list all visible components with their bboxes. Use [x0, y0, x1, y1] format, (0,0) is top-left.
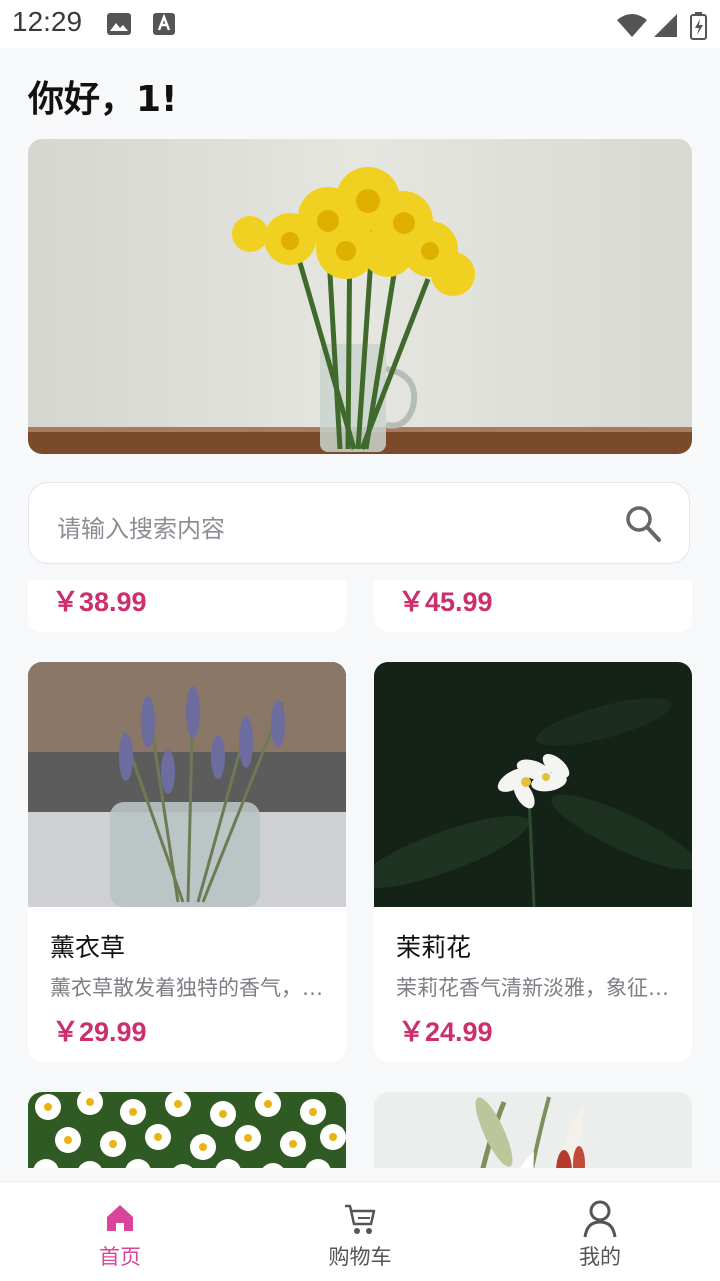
search-input[interactable]: 请输入搜索内容 — [57, 509, 225, 544]
daisy-image — [28, 1092, 346, 1168]
lily-image — [374, 1092, 692, 1168]
product-price: ￥24.99 — [398, 1017, 493, 1047]
tab-cart[interactable]: 购物车 — [240, 1182, 480, 1281]
product-price: ￥29.99 — [52, 1017, 147, 1047]
wifi-icon — [617, 14, 647, 37]
user-icon — [583, 1200, 617, 1238]
product-card-lavender[interactable]: 薰衣草 薰衣草散发着独特的香气，… ￥29.99 — [28, 662, 346, 1062]
greeting-title: 你好，1! — [28, 79, 178, 120]
status-time: 12:29 — [12, 6, 83, 37]
product-description: 薰衣草散发着独特的香气，… — [50, 976, 323, 1000]
battery-charging-icon — [690, 12, 707, 40]
signal-icon — [654, 14, 677, 37]
tab-cart-label: 购物车 — [328, 1245, 392, 1269]
bottom-tab-bar: 首页 购物车 我的 — [0, 1181, 720, 1281]
product-price: ￥38.99 — [52, 587, 147, 617]
product-card[interactable]: ￥38.99 — [28, 580, 346, 632]
product-name: 茉莉花 — [396, 933, 472, 962]
jasmine-image — [374, 662, 692, 907]
product-card-lily[interactable] — [374, 1092, 692, 1168]
product-name: 薰衣草 — [50, 933, 126, 962]
tab-home[interactable]: 首页 — [0, 1182, 240, 1281]
tab-profile[interactable]: 我的 — [480, 1182, 720, 1281]
keyboard-notification-icon — [153, 13, 175, 35]
product-description: 茉莉花香气清新淡雅，象征… — [396, 976, 669, 1000]
product-card-daisy[interactable] — [28, 1092, 346, 1168]
lavender-image — [28, 662, 346, 907]
tab-profile-label: 我的 — [579, 1245, 621, 1269]
status-bar: 12:29 — [0, 0, 720, 48]
search-bar[interactable]: 请输入搜索内容 — [28, 482, 690, 564]
cart-icon — [345, 1204, 376, 1234]
product-grid[interactable]: ￥38.99 ￥45.99 薰衣草 薰衣草散发着独特的香气，… ￥29.99 茉… — [0, 580, 720, 1168]
daffodil-vase-image — [28, 139, 692, 454]
product-card[interactable]: ￥45.99 — [374, 580, 692, 632]
banner-image[interactable] — [28, 139, 692, 454]
search-icon[interactable] — [625, 505, 661, 543]
gallery-notification-icon — [107, 13, 131, 35]
product-card-jasmine[interactable]: 茉莉花 茉莉花香气清新淡雅，象征… ￥24.99 — [374, 662, 692, 1062]
product-price: ￥45.99 — [398, 587, 493, 617]
tab-home-label: 首页 — [99, 1245, 141, 1269]
home-icon — [107, 1205, 133, 1231]
